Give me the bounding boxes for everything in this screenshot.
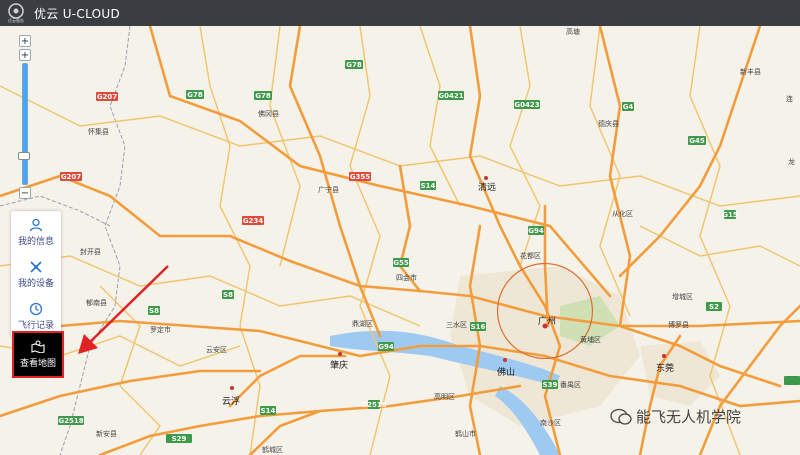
svg-text:S8: S8 bbox=[223, 291, 233, 299]
watermark: 能飞无人机学院 bbox=[610, 406, 741, 427]
svg-text:德庆县: 德庆县 bbox=[598, 119, 619, 128]
svg-text:S8: S8 bbox=[149, 307, 159, 315]
svg-text:云安区: 云安区 bbox=[206, 345, 227, 354]
svg-text:G15: G15 bbox=[722, 211, 738, 219]
svg-text:清远: 清远 bbox=[478, 181, 496, 193]
menu-item-label: 查看地图 bbox=[19, 359, 56, 369]
svg-text:龙: 龙 bbox=[788, 157, 795, 166]
svg-text:S16: S16 bbox=[471, 323, 486, 331]
svg-text:G355: G355 bbox=[350, 173, 370, 181]
zoom-in-small-button[interactable]: + bbox=[19, 49, 31, 61]
svg-text:肇庆: 肇庆 bbox=[330, 359, 348, 371]
wechat-icon bbox=[610, 408, 632, 425]
menu-item-label: 我的信息 bbox=[17, 236, 54, 247]
svg-text:四会市: 四会市 bbox=[396, 273, 417, 282]
watermark-text: 能飞无人机学院 bbox=[636, 408, 742, 426]
zoom-in-button[interactable]: + bbox=[19, 35, 31, 47]
zoom-slider[interactable] bbox=[18, 63, 30, 185]
svg-text:佛冈县: 佛冈县 bbox=[258, 109, 279, 118]
menu-item-view-map[interactable]: 查看地图 bbox=[12, 331, 64, 378]
svg-text:新丰县: 新丰县 bbox=[740, 67, 761, 76]
svg-text:南沙区: 南沙区 bbox=[540, 418, 561, 427]
user-icon bbox=[29, 218, 43, 231]
svg-text:S39: S39 bbox=[543, 381, 558, 389]
svg-text:G94: G94 bbox=[378, 343, 394, 351]
svg-text:黄埔区: 黄埔区 bbox=[580, 335, 601, 344]
svg-text:S29: S29 bbox=[172, 435, 187, 443]
svg-text:广宁县: 广宁县 bbox=[318, 185, 339, 194]
svg-text:云浮: 云浮 bbox=[222, 395, 240, 407]
svg-text:高明区: 高明区 bbox=[434, 392, 455, 401]
svg-text:G207: G207 bbox=[61, 173, 81, 181]
app-title: 优云 U-CLOUD bbox=[34, 6, 121, 21]
map-icon bbox=[31, 340, 45, 353]
svg-text:东莞: 东莞 bbox=[656, 362, 674, 374]
svg-text:番禺区: 番禺区 bbox=[560, 381, 581, 389]
svg-text:从化区: 从化区 bbox=[612, 209, 633, 218]
svg-text:S2: S2 bbox=[709, 303, 719, 311]
svg-text:三水区: 三水区 bbox=[446, 320, 467, 329]
svg-text:G78: G78 bbox=[255, 92, 271, 100]
zoom-handle[interactable] bbox=[18, 152, 30, 160]
svg-text:博罗县: 博罗县 bbox=[668, 320, 689, 329]
svg-text:鹤山市: 鹤山市 bbox=[455, 429, 476, 438]
menu-item-my-info[interactable]: 我的信息 bbox=[11, 211, 61, 253]
svg-text:G78: G78 bbox=[187, 91, 203, 99]
drone-icon bbox=[30, 260, 42, 273]
ucloud-logo-icon: 优云服务 bbox=[8, 3, 24, 23]
svg-text:G0421: G0421 bbox=[438, 92, 463, 100]
svg-text:佛山: 佛山 bbox=[497, 366, 515, 378]
svg-text:花都区: 花都区 bbox=[520, 251, 541, 260]
svg-text:怀集县: 怀集县 bbox=[88, 127, 109, 136]
svg-text:G234: G234 bbox=[243, 217, 263, 225]
svg-text:G55: G55 bbox=[393, 259, 409, 267]
menu-item-label: 飞行记录 bbox=[17, 320, 54, 331]
svg-text:S14: S14 bbox=[421, 182, 436, 190]
svg-text:鹤城区: 鹤城区 bbox=[262, 445, 283, 454]
svg-text:G0423: G0423 bbox=[514, 101, 539, 109]
svg-text:G78: G78 bbox=[346, 61, 362, 69]
svg-text:新安县: 新安县 bbox=[96, 429, 117, 438]
zoom-out-small-button[interactable]: − bbox=[19, 187, 31, 199]
svg-text:G94: G94 bbox=[528, 227, 544, 235]
svg-text:G207: G207 bbox=[97, 93, 117, 101]
svg-text:封开县: 封开县 bbox=[80, 247, 101, 256]
svg-text:G45: G45 bbox=[689, 137, 705, 145]
side-menu: 我的信息 我的设备 飞行记录 bbox=[11, 211, 61, 337]
svg-text:优云服务: 优云服务 bbox=[8, 17, 24, 23]
svg-text:郁南县: 郁南县 bbox=[86, 298, 107, 307]
svg-text:罗定市: 罗定市 bbox=[150, 325, 171, 334]
svg-text:广州: 广州 bbox=[538, 315, 556, 327]
menu-item-my-devices[interactable]: 我的设备 bbox=[11, 253, 61, 295]
svg-text:增城区: 增城区 bbox=[672, 292, 693, 301]
svg-text:G2518: G2518 bbox=[361, 401, 386, 409]
svg-text:G2518: G2518 bbox=[58, 417, 83, 425]
top-bar: 优云服务 优云 U-CLOUD bbox=[0, 0, 800, 26]
svg-text:G4: G4 bbox=[623, 103, 634, 111]
svg-text:S14: S14 bbox=[261, 407, 276, 415]
svg-text:连: 连 bbox=[786, 94, 793, 103]
map-canvas[interactable]: G207 G78 G78 G78 G0421 G0423 G4 G45 G207… bbox=[0, 26, 800, 455]
history-icon bbox=[29, 302, 43, 315]
menu-item-label: 我的设备 bbox=[17, 278, 54, 289]
svg-text:高塘: 高塘 bbox=[566, 27, 580, 36]
svg-text:鼎湖区: 鼎湖区 bbox=[352, 319, 373, 328]
